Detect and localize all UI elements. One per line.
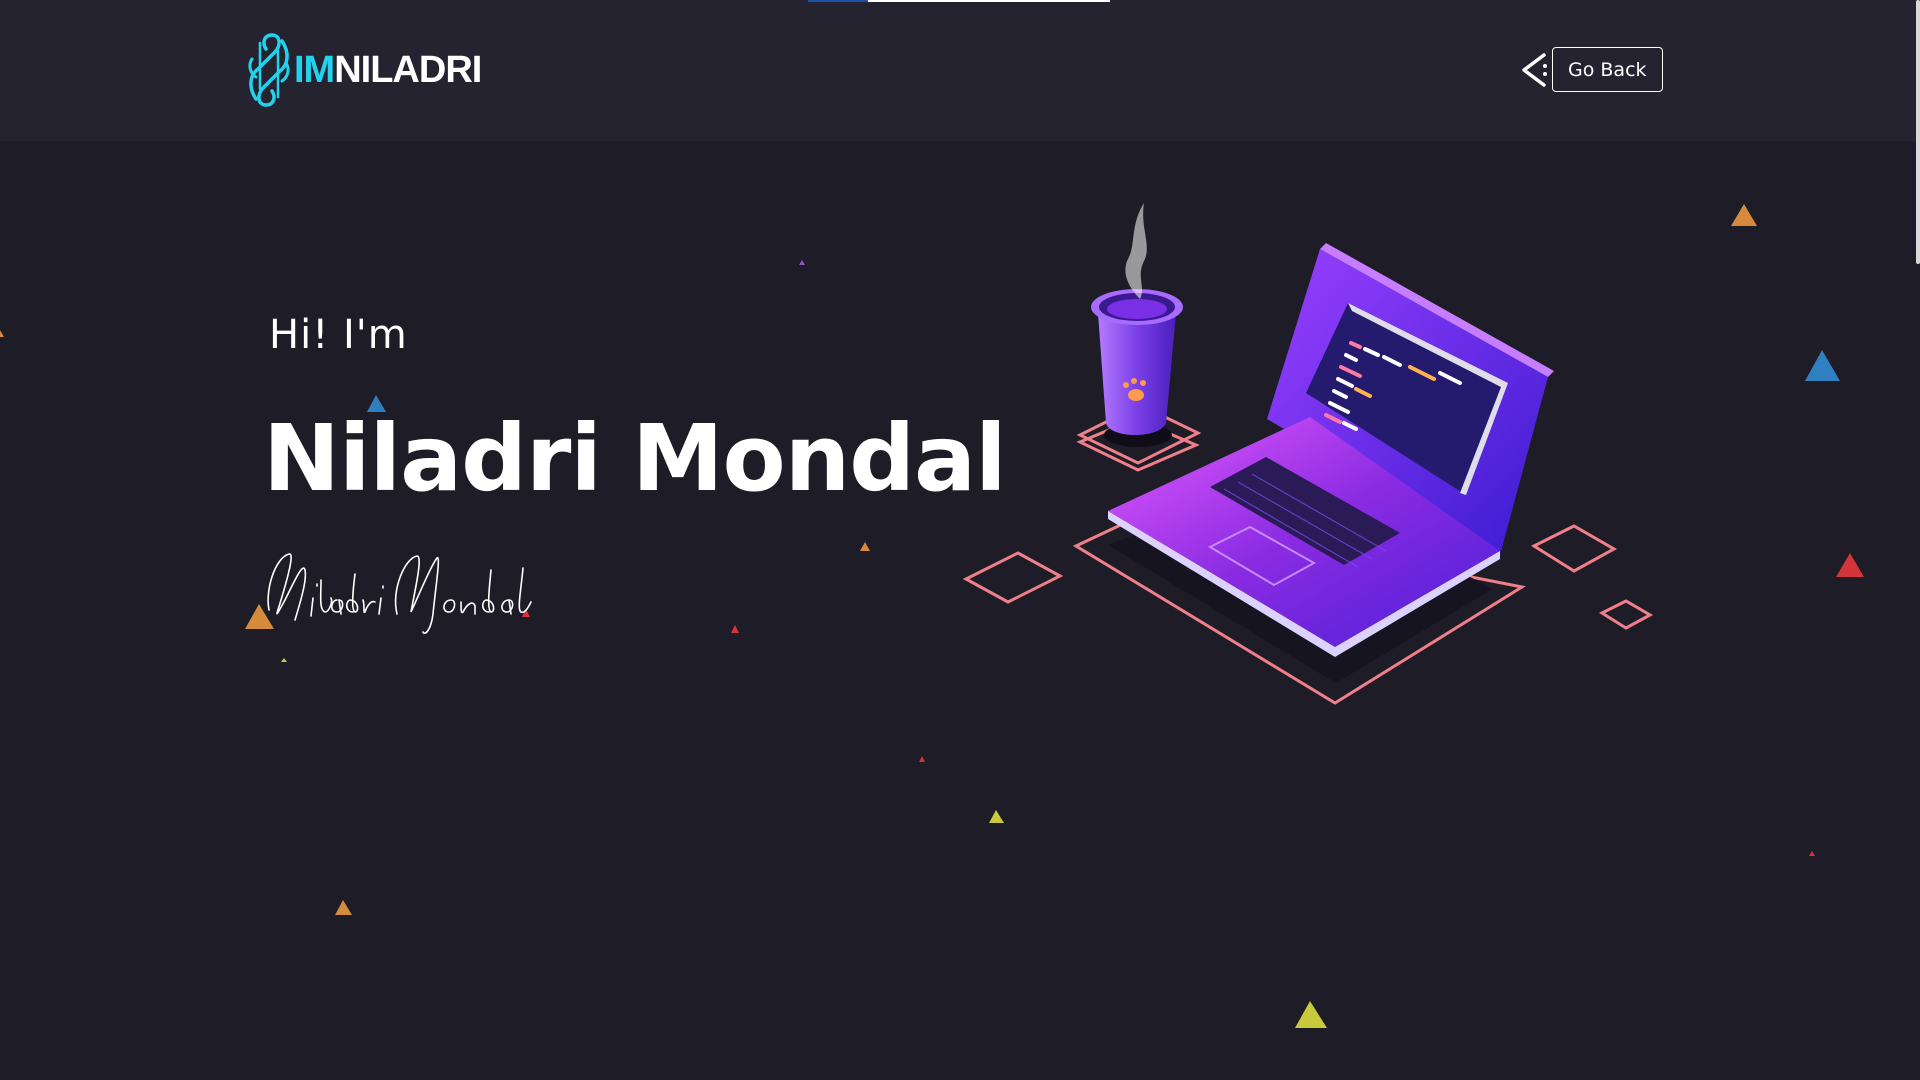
signature-image xyxy=(267,553,532,634)
logo-wordmark-rest: NILADRI xyxy=(334,48,482,91)
triangle-shape xyxy=(919,756,925,762)
triangle-shape xyxy=(1731,204,1757,226)
site-logo[interactable]: IMNILADRI xyxy=(246,28,482,112)
scrollbar-thumb[interactable] xyxy=(1916,0,1920,264)
go-back-button[interactable]: Go Back xyxy=(1552,47,1663,92)
triangle-shape xyxy=(860,542,870,551)
back-chevron-icon xyxy=(1522,52,1547,87)
triangle-shape xyxy=(1295,1001,1327,1028)
triangle-shape xyxy=(1809,851,1815,856)
go-back-group[interactable]: Go Back xyxy=(1518,47,1663,92)
hero-greeting: Hi! I'm xyxy=(269,312,408,358)
triangle-shape xyxy=(799,260,805,265)
logo-wordmark: IMNILADRI xyxy=(294,48,482,92)
triangle-shape xyxy=(731,625,739,633)
scroll-progress-fill xyxy=(808,0,869,2)
coffee-steam xyxy=(1125,203,1147,299)
triangle-shape xyxy=(281,658,287,662)
site-header: IMNILADRI Go Back xyxy=(0,0,1920,141)
page-scrollbar[interactable] xyxy=(1916,0,1920,1080)
laptop-coffee-illustration xyxy=(962,203,1654,705)
scroll-progress-bar xyxy=(808,0,1110,2)
triangle-shape xyxy=(989,810,1004,823)
logo-wordmark-highlight: IM xyxy=(294,48,335,91)
triangle-shape xyxy=(1836,553,1864,577)
triangle-shape xyxy=(0,330,4,337)
hero-name: Niladri Mondal xyxy=(263,405,1007,512)
triangle-shape xyxy=(1805,350,1840,381)
logo-knot-icon xyxy=(248,33,290,107)
triangle-shape xyxy=(335,900,352,915)
